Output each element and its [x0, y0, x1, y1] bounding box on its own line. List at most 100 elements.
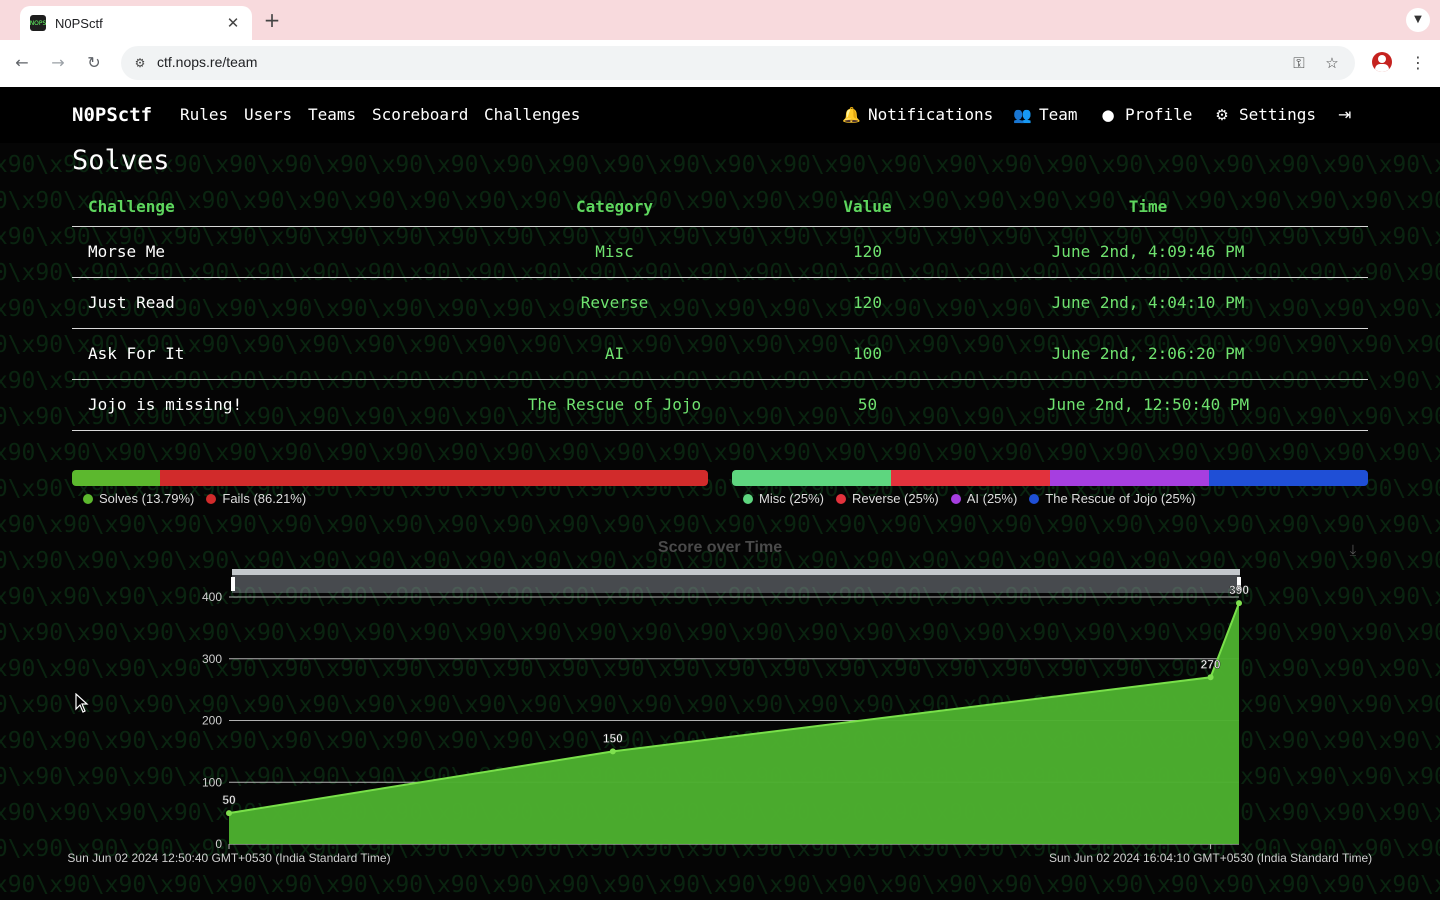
time-cell: June 2nd, 2:06:20 PM [928, 328, 1368, 380]
y-tick-label: 0 [215, 837, 222, 851]
legend-item[interactable]: Solves (13.79%) [83, 491, 194, 506]
nav-rules[interactable]: Rules [180, 105, 228, 124]
table-row: Ask For It AI 100 June 2nd, 2:06:20 PM [72, 328, 1368, 380]
y-tick-label: 300 [202, 652, 222, 666]
nav-team[interactable]: 👥 Team [1013, 105, 1078, 124]
category-percentage-bar[interactable] [732, 470, 1368, 486]
chart-zoom-left-handle[interactable] [231, 577, 235, 591]
legend-item[interactable]: The Rescue of Jojo (25%) [1029, 491, 1196, 506]
nav-profile-label: Profile [1125, 105, 1193, 124]
data-point[interactable] [226, 810, 232, 817]
favicon-icon: NOPS [30, 15, 46, 31]
legend-item[interactable]: AI (25%) [950, 491, 1018, 506]
bar-segment[interactable] [159, 470, 708, 486]
kebab-menu-icon[interactable]: ⋮ [1408, 50, 1428, 76]
address-bar[interactable]: ⚙ ctf.nops.re/team ⚿ ☆ [121, 46, 1355, 80]
value-cell: 120 [807, 277, 928, 329]
brand-logo[interactable]: N0PSctf [72, 104, 152, 126]
category-cell: AI [422, 328, 807, 380]
legend-label: Misc (25%) [759, 491, 825, 506]
legend-label: AI (25%) [966, 491, 1018, 506]
solves-table: Challenge Category Value Time Morse Me M… [72, 188, 1368, 431]
gears-icon: ⚙ [1215, 106, 1229, 124]
time-cell: June 2nd, 4:09:46 PM [928, 226, 1368, 278]
nav-challenges[interactable]: Challenges [484, 105, 580, 124]
browser-toolbar: ← → ↻ ⚙ ctf.nops.re/team ⚿ ☆ ⋮ [0, 40, 1440, 87]
challenge-link[interactable]: Ask For It [72, 328, 422, 380]
logout-icon[interactable]: ⇥ [1338, 105, 1351, 124]
site-navbar: N0PSctf Rules Users Teams Scoreboard Cha… [0, 87, 1440, 143]
nav-notifications[interactable]: 🔔 Notifications [842, 105, 993, 124]
forward-icon[interactable]: → [45, 50, 71, 76]
profile-avatar-icon[interactable] [1372, 52, 1392, 72]
challenge-link[interactable]: Morse Me [72, 226, 422, 278]
nav-users[interactable]: Users [244, 105, 292, 124]
password-key-icon[interactable]: ⚿ [1289, 53, 1309, 73]
legend-dot-icon [950, 493, 961, 504]
chart-title: Score over Time [657, 539, 783, 556]
header-time[interactable]: Time [928, 188, 1368, 227]
score-over-time-chart[interactable]: 0 100 200 300 400 50 150 270 390 Sun Jun 02 2024… [0, 557, 1440, 900]
time-cell: June 2nd, 4:04:10 PM [928, 277, 1368, 329]
data-point[interactable] [1207, 674, 1214, 681]
close-icon[interactable]: ✕ [224, 14, 242, 32]
category-cell: The Rescue of Jojo [422, 379, 807, 431]
users-icon: 👥 [1013, 106, 1032, 124]
value-cell: 50 [807, 379, 928, 431]
legend-dot-icon [836, 493, 847, 504]
bar-segment[interactable] [1050, 470, 1209, 486]
chart-zoom-slider-handle-bar[interactable] [232, 569, 1240, 575]
category-legend: Misc (25%) Reverse (25%) AI (25%) The Rescu… [743, 491, 1196, 506]
y-tick-label: 400 [202, 590, 222, 604]
site-info-icon[interactable]: ⚙ [131, 54, 149, 72]
solve-fail-percentage-bar[interactable] [72, 470, 708, 486]
header-value[interactable]: Value [807, 188, 928, 227]
tab-title: N0PSctf [55, 15, 103, 31]
table-row: Jojo is missing! The Rescue of Jojo 50 J… [72, 379, 1368, 431]
bookmark-star-icon[interactable]: ☆ [1322, 53, 1342, 73]
legend-item[interactable]: Misc (25%) [743, 491, 824, 506]
legend-item[interactable]: Reverse (25%) [836, 491, 939, 506]
user-circle-icon: ● [1101, 106, 1115, 124]
table-row: Morse Me Misc 120 June 2nd, 4:09:46 PM [72, 226, 1368, 278]
y-tick-label: 200 [202, 714, 222, 728]
url-text[interactable]: ctf.nops.re/team [157, 54, 257, 70]
nav-team-label: Team [1039, 105, 1078, 124]
reload-icon[interactable]: ↻ [81, 50, 107, 76]
browser-tab[interactable]: NOPS N0PSctf ✕ [20, 6, 252, 40]
data-point[interactable] [1236, 600, 1242, 607]
value-cell: 120 [807, 226, 928, 278]
bar-segment[interactable] [72, 470, 160, 486]
challenge-link[interactable]: Just Read [72, 277, 422, 329]
score-area[interactable] [229, 603, 1239, 844]
data-point[interactable] [609, 748, 616, 755]
category-cell: Reverse [422, 277, 807, 329]
header-challenge[interactable]: Challenge [72, 188, 422, 227]
nav-notifications-label: Notifications [868, 105, 994, 124]
header-category[interactable]: Category [422, 188, 807, 227]
nav-teams[interactable]: Teams [308, 105, 356, 124]
chevron-down-icon[interactable]: ▼ [1406, 8, 1430, 32]
legend-item[interactable]: Fails (86.21%) [206, 491, 306, 506]
bar-segment[interactable] [1209, 470, 1368, 486]
challenge-link[interactable]: Jojo is missing! [72, 379, 422, 431]
nav-settings[interactable]: ⚙ Settings [1213, 105, 1316, 124]
bar-segment[interactable] [732, 470, 891, 486]
legend-dot-icon [1029, 493, 1040, 504]
data-label: 150 [603, 731, 623, 745]
nav-profile[interactable]: ● Profile [1099, 105, 1192, 124]
legend-dot-icon [206, 493, 217, 504]
new-tab-icon[interactable]: + [262, 8, 282, 32]
data-label: 270 [1201, 657, 1221, 671]
bell-icon: 🔔 [842, 106, 861, 124]
data-label: 390 [1229, 583, 1249, 597]
legend-label: Solves (13.79%) [99, 491, 195, 506]
page-content: \x90\x90\x90\x90\x90\x90\x90\x90\x90\x90… [0, 87, 1440, 900]
browser-tab-strip: NOPS N0PSctf ✕ + ▼ [0, 0, 1440, 40]
back-icon[interactable]: ← [9, 50, 35, 76]
solve-fail-legend: Solves (13.79%) Fails (86.21%) [83, 491, 306, 506]
nav-scoreboard[interactable]: Scoreboard [372, 105, 468, 124]
data-label: 50 [222, 793, 236, 807]
table-row: Just Read Reverse 120 June 2nd, 4:04:10 … [72, 277, 1368, 329]
bar-segment[interactable] [891, 470, 1050, 486]
